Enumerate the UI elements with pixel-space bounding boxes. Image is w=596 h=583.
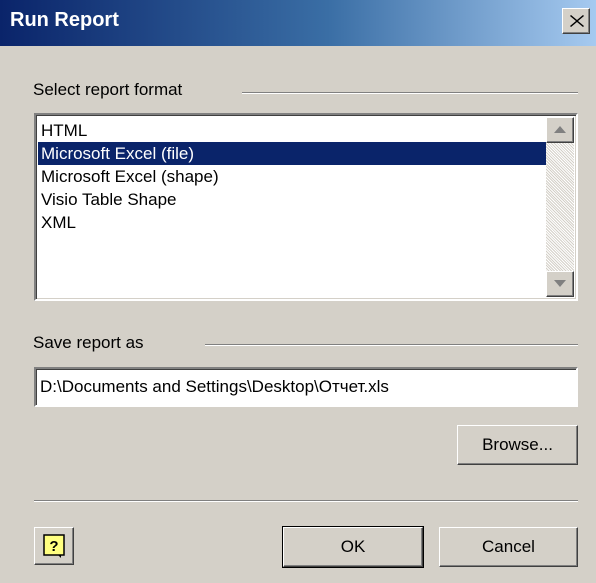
format-list-item[interactable]: HTML xyxy=(38,119,546,142)
format-list: HTML Microsoft Excel (file) Microsoft Exce… xyxy=(38,119,546,234)
format-group-rule xyxy=(242,92,578,94)
help-icon: ? xyxy=(43,534,65,558)
format-list-item[interactable]: Microsoft Excel (file) xyxy=(38,142,546,165)
close-icon xyxy=(570,15,584,27)
arrow-down-icon xyxy=(554,280,566,287)
close-button[interactable] xyxy=(562,8,590,34)
ok-button[interactable]: OK xyxy=(282,526,424,568)
run-report-dialog: Run Report Select report format HTML Micr… xyxy=(0,0,596,583)
scroll-down-button[interactable] xyxy=(546,271,574,297)
svg-text:?: ? xyxy=(49,538,58,555)
save-group-label: Save report as xyxy=(33,333,152,353)
footer-divider xyxy=(34,500,578,502)
title-bar[interactable]: Run Report xyxy=(0,0,596,46)
format-list-item[interactable]: XML xyxy=(38,211,546,234)
format-listbox[interactable]: HTML Microsoft Excel (file) Microsoft Exce… xyxy=(34,113,578,301)
format-group-label: Select report format xyxy=(33,80,191,100)
save-path-input[interactable] xyxy=(34,367,578,407)
format-list-item[interactable]: Visio Table Shape xyxy=(38,188,546,211)
help-button[interactable]: ? xyxy=(34,527,74,565)
format-list-scrollbar[interactable] xyxy=(546,117,574,297)
scroll-up-button[interactable] xyxy=(546,117,574,143)
format-list-item[interactable]: Microsoft Excel (shape) xyxy=(38,165,546,188)
browse-button[interactable]: Browse... xyxy=(457,425,578,465)
dialog-title: Run Report xyxy=(10,9,119,31)
cancel-button[interactable]: Cancel xyxy=(439,527,578,567)
arrow-up-icon xyxy=(554,126,566,133)
save-group-rule xyxy=(205,344,578,346)
